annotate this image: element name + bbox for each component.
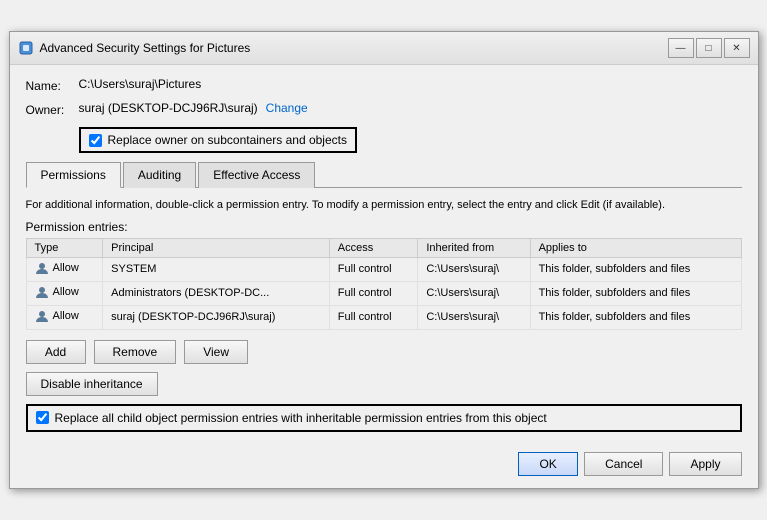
tab-bar: Permissions Auditing Effective Access <box>26 161 742 188</box>
window-icon <box>18 40 34 56</box>
col-type: Type <box>26 238 103 257</box>
disable-inheritance-button[interactable]: Disable inheritance <box>26 372 158 396</box>
title-bar: Advanced Security Settings for Pictures … <box>10 32 758 65</box>
change-owner-link[interactable]: Change <box>266 101 308 115</box>
col-access: Access <box>329 238 418 257</box>
name-label: Name: <box>26 77 71 93</box>
ok-button[interactable]: OK <box>518 452 578 476</box>
col-applies: Applies to <box>530 238 741 257</box>
row-applies: This folder, subfolders and files <box>530 257 741 281</box>
cancel-button[interactable]: Cancel <box>584 452 663 476</box>
minimize-button[interactable]: — <box>668 38 694 58</box>
dialog-buttons: OK Cancel Apply <box>10 444 758 488</box>
window-title: Advanced Security Settings for Pictures <box>40 41 662 55</box>
row-type: Allow <box>26 305 103 329</box>
inherit-checkbox-row: Replace all child object permission entr… <box>26 404 742 432</box>
replace-owner-label: Replace owner on subcontainers and objec… <box>108 133 347 147</box>
owner-row: Owner: suraj (DESKTOP-DCJ96RJ\suraj) Cha… <box>26 101 742 117</box>
table-row[interactable]: Allow SYSTEM Full control C:\Users\suraj… <box>26 257 741 281</box>
user-icon <box>35 309 49 323</box>
row-applies: This folder, subfolders and files <box>530 281 741 305</box>
tab-effective-access[interactable]: Effective Access <box>198 162 315 188</box>
row-type: Allow <box>26 257 103 281</box>
inherit-checkbox[interactable] <box>36 411 49 424</box>
user-icon <box>35 285 49 299</box>
maximize-button[interactable]: □ <box>696 38 722 58</box>
tab-permissions[interactable]: Permissions <box>26 162 121 188</box>
inherit-label: Replace all child object permission entr… <box>55 411 547 425</box>
main-window: Advanced Security Settings for Pictures … <box>9 31 759 488</box>
close-button[interactable]: ✕ <box>724 38 750 58</box>
col-inherited: Inherited from <box>418 238 530 257</box>
row-inherited: C:\Users\suraj\ <box>418 257 530 281</box>
owner-label: Owner: <box>26 101 71 117</box>
apply-button[interactable]: Apply <box>669 452 741 476</box>
main-content: Name: C:\Users\suraj\Pictures Owner: sur… <box>10 65 758 443</box>
add-button[interactable]: Add <box>26 340 86 364</box>
tab-auditing[interactable]: Auditing <box>123 162 196 188</box>
view-button[interactable]: View <box>184 340 248 364</box>
info-text: For additional information, double-click… <box>26 198 742 213</box>
permission-entries-label: Permission entries: <box>26 220 742 234</box>
row-inherited: C:\Users\suraj\ <box>418 305 530 329</box>
row-access: Full control <box>329 281 418 305</box>
tab-content: For additional information, double-click… <box>26 198 742 431</box>
row-applies: This folder, subfolders and files <box>530 305 741 329</box>
table-row[interactable]: Allow suraj (DESKTOP-DCJ96RJ\suraj) Full… <box>26 305 741 329</box>
col-principal: Principal <box>103 238 330 257</box>
name-row: Name: C:\Users\suraj\Pictures <box>26 77 742 93</box>
user-icon <box>35 261 49 275</box>
replace-owner-checkbox[interactable] <box>89 134 102 147</box>
row-type: Allow <box>26 281 103 305</box>
row-principal: Administrators (DESKTOP-DC... <box>103 281 330 305</box>
owner-value: suraj (DESKTOP-DCJ96RJ\suraj) <box>79 101 258 115</box>
name-value: C:\Users\suraj\Pictures <box>79 77 202 91</box>
table-action-buttons: Add Remove View <box>26 340 742 364</box>
window-controls: — □ ✕ <box>668 38 750 58</box>
remove-button[interactable]: Remove <box>94 340 177 364</box>
row-inherited: C:\Users\suraj\ <box>418 281 530 305</box>
row-principal: SYSTEM <box>103 257 330 281</box>
permission-table: Type Principal Access Inherited from App… <box>26 238 742 330</box>
table-row[interactable]: Allow Administrators (DESKTOP-DC... Full… <box>26 281 741 305</box>
row-access: Full control <box>329 305 418 329</box>
row-principal: suraj (DESKTOP-DCJ96RJ\suraj) <box>103 305 330 329</box>
row-access: Full control <box>329 257 418 281</box>
